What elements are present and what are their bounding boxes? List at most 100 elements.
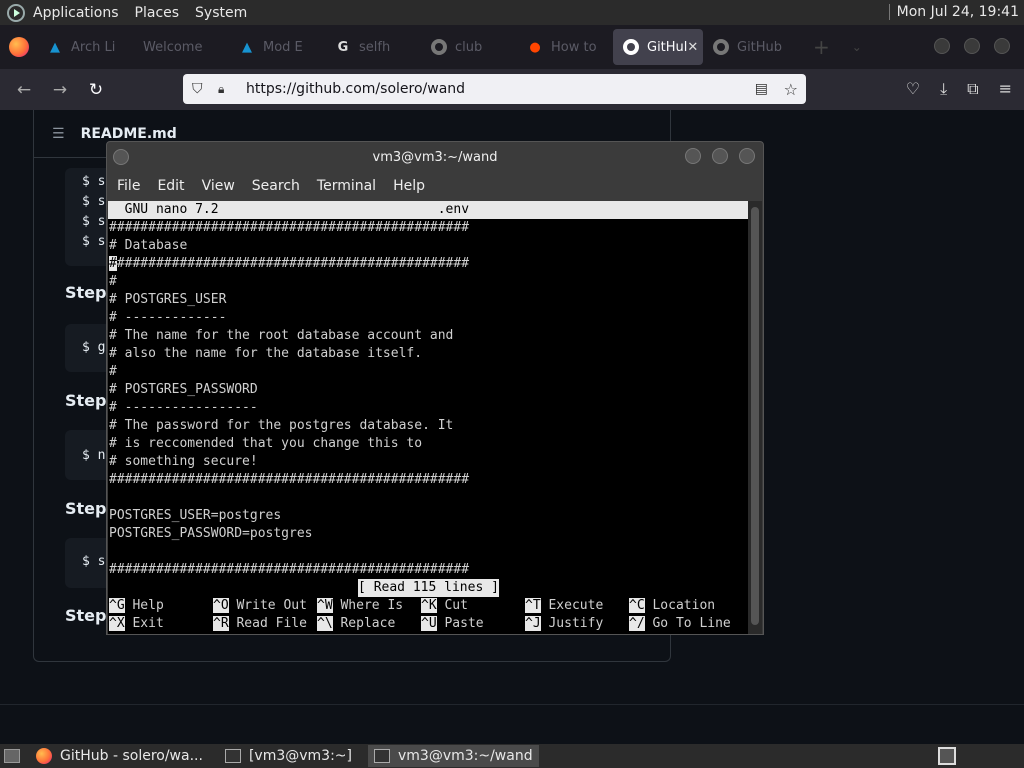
downloads-icon[interactable]: ⤓ bbox=[940, 79, 947, 99]
file-line: # POSTGRES_USER bbox=[109, 292, 227, 307]
shortcut-row: ^X Exit ^R Read File ^\ Replace ^U Paste… bbox=[108, 615, 749, 633]
file-line: # The password for the postgres database… bbox=[109, 418, 454, 433]
file-line: # Database bbox=[109, 238, 188, 253]
file-line: # bbox=[109, 364, 117, 379]
shortcut-write-out[interactable]: ^O Write Out bbox=[213, 597, 307, 615]
shortcut-label: Paste bbox=[444, 616, 484, 631]
menu-file[interactable]: File bbox=[117, 178, 140, 194]
readme-title: README.md bbox=[80, 125, 177, 142]
shortcut-key: ^G bbox=[109, 598, 125, 613]
github-icon bbox=[431, 39, 447, 55]
terminal-menubar: File Edit View Search Terminal Help bbox=[107, 172, 763, 200]
back-arrow-icon[interactable]: ← bbox=[6, 80, 42, 100]
file-line: ########################################… bbox=[108, 255, 749, 273]
shortcut-where-is[interactable]: ^W Where Is bbox=[317, 597, 403, 615]
tab-github[interactable]: GitHub bbox=[703, 29, 799, 65]
github-icon bbox=[713, 39, 729, 55]
shortcut-label: Where Is bbox=[340, 598, 404, 613]
tab-welcome[interactable]: Welcome bbox=[133, 29, 229, 65]
shortcut-justify[interactable]: ^J Justify bbox=[525, 615, 603, 633]
distro-logo-icon[interactable] bbox=[7, 3, 25, 22]
tab-label: club bbox=[455, 39, 483, 55]
system-panel: Applications Places System Mon Jul 24, 1… bbox=[0, 0, 1024, 25]
menu-edit[interactable]: Edit bbox=[157, 178, 184, 194]
outline-list-icon[interactable]: ☰ bbox=[52, 126, 65, 142]
tab-reddit[interactable]: ● How to bbox=[517, 29, 613, 65]
tracking-shield-icon[interactable]: ⛉ bbox=[192, 81, 208, 97]
file-line bbox=[108, 543, 749, 561]
taskbar: GitHub - solero/wa... [vm3@vm3:~] vm3@vm… bbox=[0, 744, 1024, 768]
minimize-button[interactable] bbox=[685, 148, 701, 164]
close-window-button[interactable] bbox=[739, 148, 755, 164]
taskbar-item-terminal-home[interactable]: [vm3@vm3:~] bbox=[219, 745, 358, 767]
terminal-titlebar[interactable]: vm3@vm3:~/wand bbox=[107, 142, 763, 172]
step-heading: Step bbox=[65, 499, 107, 518]
system-menu[interactable]: System bbox=[195, 5, 247, 21]
maximize-button[interactable] bbox=[712, 148, 728, 164]
bookmark-star-icon[interactable]: ☆ bbox=[784, 80, 798, 99]
menu-terminal[interactable]: Terminal bbox=[317, 178, 376, 194]
shortcut-replace[interactable]: ^\ Replace bbox=[317, 615, 395, 633]
shortcut-location[interactable]: ^C Location bbox=[629, 597, 715, 615]
window-menu-button[interactable] bbox=[113, 149, 129, 165]
menu-view[interactable]: View bbox=[202, 178, 235, 194]
terminal-window[interactable]: vm3@vm3:~/wand File Edit View Search Ter… bbox=[106, 141, 764, 635]
show-desktop-icon[interactable] bbox=[4, 749, 20, 763]
menu-search[interactable]: Search bbox=[252, 178, 300, 194]
shortcut-cut[interactable]: ^K Cut bbox=[421, 597, 468, 615]
tab-label: selfh bbox=[359, 39, 391, 55]
applications-menu[interactable]: Applications bbox=[33, 5, 119, 21]
status-message: [ Read 115 lines ] bbox=[358, 579, 499, 597]
shortcut-key: ^\ bbox=[317, 616, 333, 631]
address-bar[interactable]: ⛉ 🔒︎ https://github.com/solero/wand ▤ ☆ bbox=[183, 74, 806, 104]
new-tab-button[interactable]: + bbox=[813, 35, 830, 59]
maximize-button[interactable] bbox=[964, 38, 980, 54]
file-line: # The name for the root database account… bbox=[109, 328, 454, 343]
places-menu[interactable]: Places bbox=[135, 5, 180, 21]
url-text[interactable]: https://github.com/solero/wand bbox=[246, 81, 465, 97]
shortcut-help[interactable]: ^G Help bbox=[109, 597, 164, 615]
forward-arrow-icon[interactable]: → bbox=[42, 80, 78, 100]
reload-icon[interactable]: ↻ bbox=[78, 80, 114, 100]
shortcut-exit[interactable]: ^X Exit bbox=[109, 615, 164, 633]
taskbar-item-firefox[interactable]: GitHub - solero/wa... bbox=[30, 745, 209, 767]
reader-view-icon[interactable]: ▤ bbox=[755, 81, 768, 97]
scrollbar-thumb[interactable] bbox=[751, 207, 759, 625]
firefox-icon bbox=[36, 748, 52, 764]
file-line: # also the name for the database itself. bbox=[109, 346, 423, 361]
terminal-screen[interactable]: GNU nano 7.2 .env ######################… bbox=[108, 201, 749, 634]
firefox-view-icon[interactable] bbox=[9, 37, 29, 57]
lock-icon[interactable]: 🔒︎ bbox=[218, 82, 232, 97]
extensions-icon[interactable]: ⧉ bbox=[967, 79, 978, 99]
shortcut-label: Justify bbox=[548, 616, 604, 631]
shortcut-paste[interactable]: ^U Paste bbox=[421, 615, 484, 633]
tab-github-club[interactable]: club bbox=[421, 29, 517, 65]
pocket-icon[interactable]: ♡ bbox=[906, 79, 920, 99]
terminal-scrollbar[interactable] bbox=[748, 201, 762, 634]
hamburger-menu-icon[interactable]: ≡ bbox=[999, 79, 1012, 99]
list-tabs-chevron-icon[interactable]: ⌄ bbox=[852, 40, 862, 54]
close-window-button[interactable] bbox=[994, 38, 1010, 54]
file-line: # ------------- bbox=[109, 310, 227, 325]
shortcut-go-to-line[interactable]: ^/ Go To Line bbox=[629, 615, 731, 633]
shortcut-execute[interactable]: ^T Execute bbox=[525, 597, 603, 615]
shortcut-label: Cut bbox=[444, 598, 468, 613]
menu-help[interactable]: Help bbox=[393, 178, 425, 194]
taskbar-item-terminal-wand[interactable]: vm3@vm3:~/wand bbox=[367, 745, 539, 767]
file-line: ########################################… bbox=[109, 562, 470, 577]
minimize-button[interactable] bbox=[934, 38, 950, 54]
tab-mod-e[interactable]: ▲ Mod E bbox=[229, 29, 325, 65]
tab-github-active[interactable]: GitHul ✕ bbox=[613, 29, 703, 65]
shortcut-read-file[interactable]: ^R Read File bbox=[213, 615, 307, 633]
tab-arch-linux[interactable]: ▲ Arch Li bbox=[37, 29, 133, 65]
shortcut-label: Write Out bbox=[236, 598, 307, 613]
workspace-switcher-icon[interactable] bbox=[938, 747, 956, 765]
close-tab-icon[interactable]: ✕ bbox=[687, 40, 698, 55]
shortcut-label: Help bbox=[132, 598, 164, 613]
tab-google[interactable]: G selfh bbox=[325, 29, 421, 65]
clock[interactable]: Mon Jul 24, 19:41 bbox=[888, 4, 1019, 20]
tab-label: Welcome bbox=[143, 39, 203, 55]
taskbar-label: GitHub - solero/wa... bbox=[60, 748, 203, 764]
reddit-icon: ● bbox=[529, 39, 541, 55]
file-line: # POSTGRES_PASSWORD bbox=[109, 382, 258, 397]
